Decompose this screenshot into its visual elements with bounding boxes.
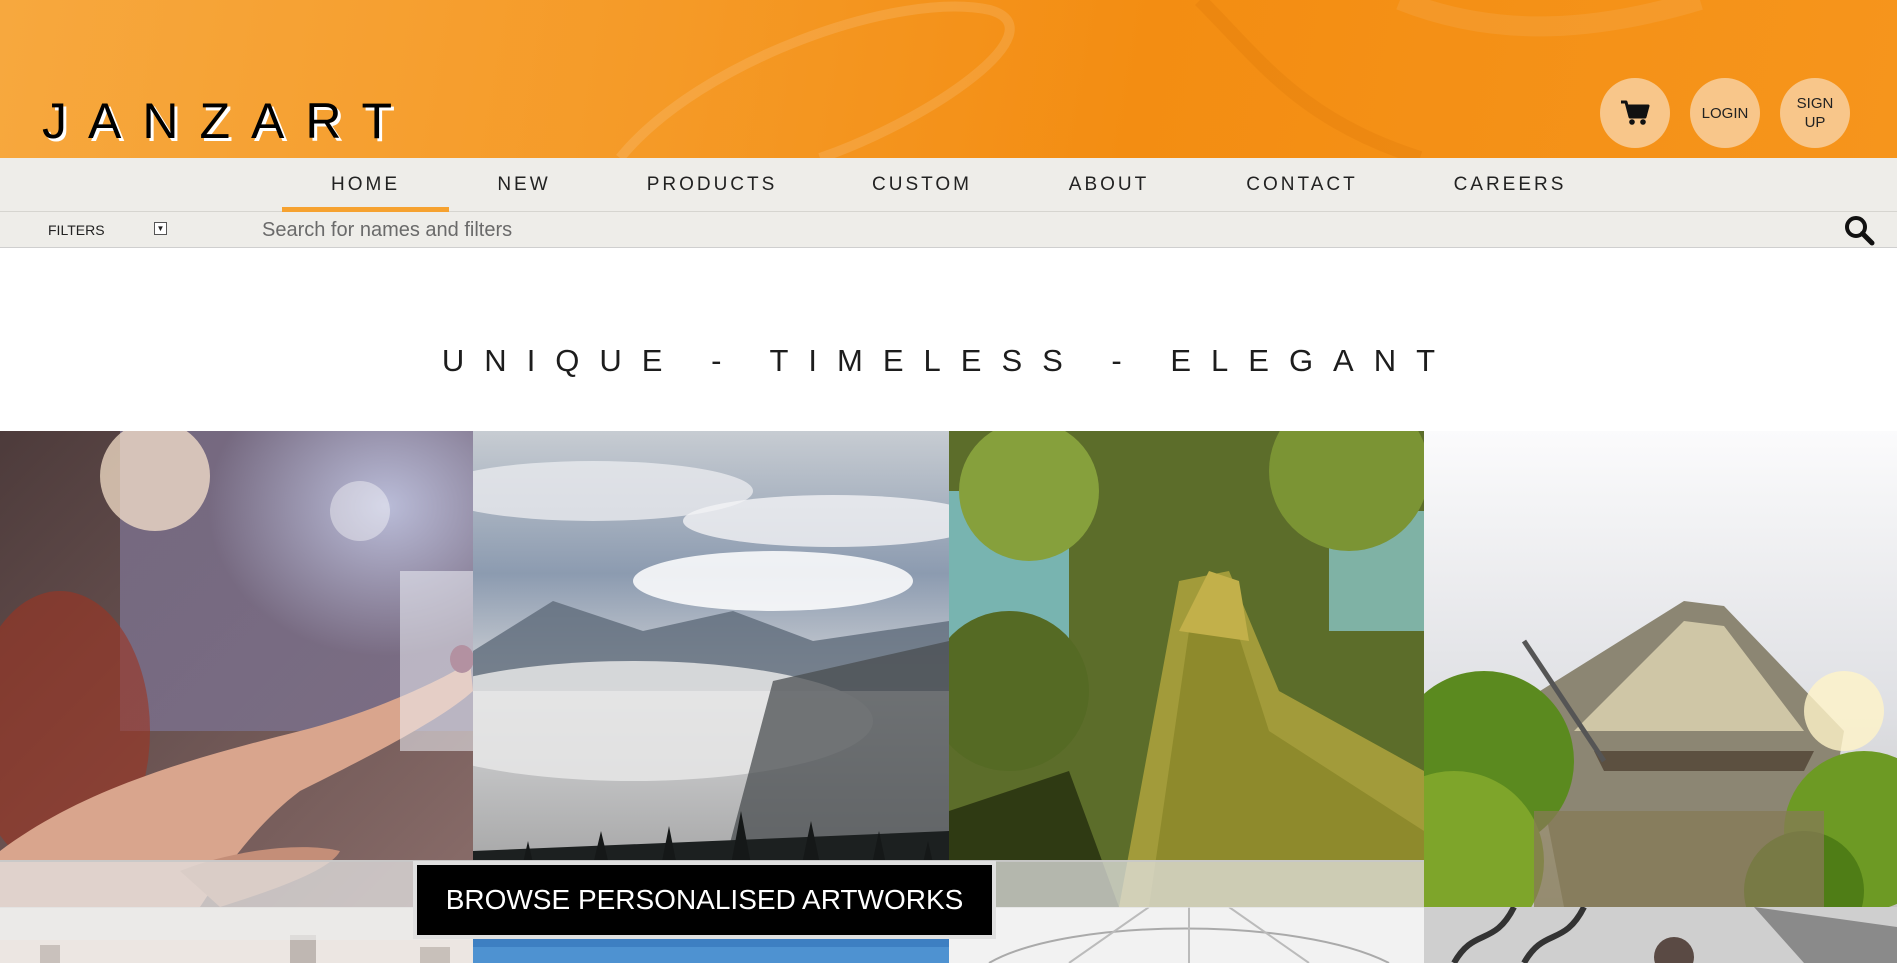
filter-search-bar: FILTERS ▼ (0, 212, 1897, 248)
nav-item-contact[interactable]: CONTACT (1226, 158, 1378, 212)
site-logo[interactable]: JANZART (42, 96, 413, 146)
search-icon[interactable] (1843, 214, 1875, 246)
finger-touch-photo (0, 431, 473, 907)
hero-tagline: UNIQUE - TIMELESS - ELEGANT (441, 343, 1456, 378)
signup-button[interactable]: SIGN UP (1780, 78, 1850, 148)
browse-personalised-artworks-button[interactable]: BROWSE PERSONALISED ARTWORKS (413, 861, 996, 939)
site-header: JANZART LOGIN SIGN UP (0, 0, 1897, 158)
signup-label-line1: SIGN (1796, 95, 1834, 112)
nav-item-about[interactable]: ABOUT (1050, 158, 1168, 212)
nav-item-new[interactable]: NEW (478, 158, 570, 212)
metal-sculpture-photo (1424, 907, 1897, 963)
signup-label-line2: UP (1804, 114, 1826, 131)
glass-dome-photo (949, 907, 1424, 963)
gallery-tile-finger-touch[interactable] (0, 431, 473, 907)
chevron-down-icon[interactable]: ▼ (154, 222, 167, 235)
search-input[interactable] (262, 215, 1762, 245)
gallery-tile-metal-sculpture[interactable] (1424, 907, 1897, 963)
cart-button[interactable] (1600, 78, 1670, 148)
nav-item-products[interactable]: PRODUCTS (630, 158, 794, 212)
gallery-tile-misty-mountains[interactable] (473, 431, 949, 907)
gallery-tile-mossy-tree[interactable] (949, 431, 1424, 907)
nav-item-custom[interactable]: CUSTOM (856, 158, 988, 212)
login-button[interactable]: LOGIN (1690, 78, 1760, 148)
nav-item-home[interactable]: HOME (282, 158, 449, 212)
gallery-overlay-strip-lower (0, 908, 473, 940)
canoe-lake-photo (1424, 431, 1897, 907)
main-nav: HOME NEW PRODUCTS CUSTOM ABOUT CONTACT C… (0, 158, 1897, 212)
mossy-tree-photo (949, 431, 1424, 907)
misty-mountains-photo (473, 431, 949, 907)
cart-icon (1621, 100, 1650, 125)
gallery-tile-canoe-lake[interactable] (1424, 431, 1897, 907)
gallery-tile-glass-dome[interactable] (949, 907, 1424, 963)
nav-item-careers[interactable]: CAREERS (1444, 158, 1576, 212)
filters-label[interactable]: FILTERS (48, 222, 105, 238)
